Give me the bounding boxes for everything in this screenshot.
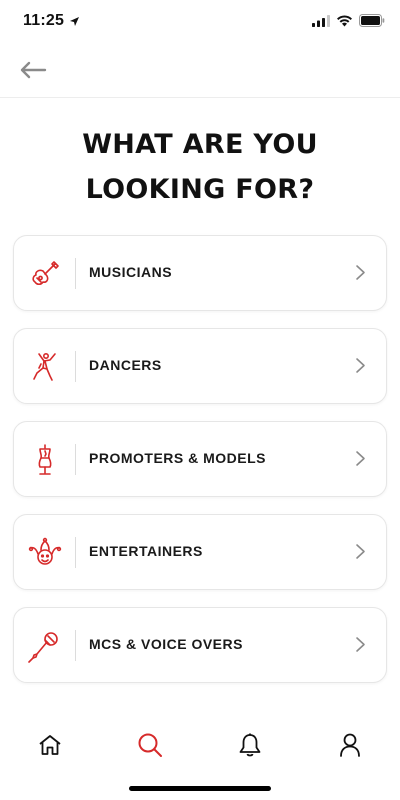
battery-icon xyxy=(359,14,385,27)
status-bar: 11:25 xyxy=(0,0,400,44)
category-card-dancers[interactable]: DANCERS xyxy=(13,328,387,404)
tab-search[interactable] xyxy=(133,728,167,762)
microphone-icon xyxy=(28,629,62,663)
wifi-icon xyxy=(337,15,352,27)
status-time: 11:25 xyxy=(23,12,65,29)
home-indicator xyxy=(129,786,271,791)
category-label: DANCERS xyxy=(89,357,162,373)
chevron-right-icon xyxy=(356,265,365,280)
dancer-icon xyxy=(28,350,62,384)
category-card-musicians[interactable]: MUSICIANS xyxy=(13,235,387,311)
location-arrow-icon xyxy=(70,17,79,26)
tab-bar xyxy=(0,722,400,766)
category-card-mcs-voice-overs[interactable]: MCS & VOICE OVERS xyxy=(13,607,387,683)
dress-form-icon xyxy=(28,443,62,477)
card-divider xyxy=(75,630,76,661)
card-divider xyxy=(75,444,76,475)
category-label: MUSICIANS xyxy=(89,264,173,280)
page-title: WHAT ARE YOU LOOKING FOR? xyxy=(82,129,318,205)
bell-icon xyxy=(239,733,261,757)
home-icon xyxy=(39,735,61,755)
nav-header xyxy=(0,44,400,98)
chevron-right-icon xyxy=(356,544,365,559)
category-list: MUSICIANS DANCERS PROMOTERS & MODELS ENT… xyxy=(13,235,387,700)
tab-notifications[interactable] xyxy=(233,728,267,762)
card-divider xyxy=(75,258,76,289)
chevron-right-icon xyxy=(356,451,365,466)
cellular-signal-icon xyxy=(312,15,330,27)
tab-profile[interactable] xyxy=(333,728,367,762)
arrow-left-icon xyxy=(20,61,47,79)
tab-home[interactable] xyxy=(33,728,67,762)
category-label: ENTERTAINERS xyxy=(89,543,203,559)
category-label: PROMOTERS & MODELS xyxy=(89,450,267,466)
card-divider xyxy=(75,537,76,568)
category-card-entertainers[interactable]: ENTERTAINERS xyxy=(13,514,387,590)
guitar-icon xyxy=(28,257,62,291)
chevron-right-icon xyxy=(356,358,365,373)
category-label: MCS & VOICE OVERS xyxy=(89,636,243,652)
jester-icon xyxy=(28,536,62,570)
card-divider xyxy=(75,351,76,382)
user-icon xyxy=(340,733,360,757)
search-icon xyxy=(138,733,162,757)
category-card-promoters-models[interactable]: PROMOTERS & MODELS xyxy=(13,421,387,497)
back-button[interactable] xyxy=(14,52,52,88)
chevron-right-icon xyxy=(356,637,365,652)
